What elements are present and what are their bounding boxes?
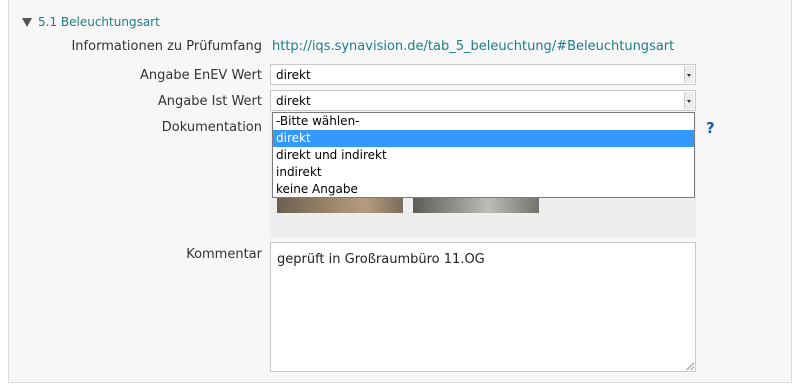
collapse-triangle-icon[interactable] [22, 17, 32, 27]
enev-select-value: direkt [276, 68, 311, 82]
section-title[interactable]: 5.1 Beleuchtungsart [38, 15, 160, 29]
dropdown-option[interactable]: direkt und indirekt [273, 147, 694, 164]
dropdown-option[interactable]: indirekt [273, 164, 694, 181]
ist-select-value: direkt [276, 94, 311, 108]
comment-textarea[interactable]: geprüft in Großraumbüro 11.OG [270, 242, 696, 372]
enev-select[interactable]: direkt [270, 64, 696, 85]
ist-select-dropdown-list[interactable]: -Bitte wählen- direkt direkt und indirek… [272, 112, 695, 198]
comment-label: Kommentar [186, 247, 262, 262]
dropdown-option[interactable]: keine Angabe [273, 181, 694, 198]
ist-label: Angabe Ist Wert [157, 94, 262, 109]
resize-grip-icon[interactable] [686, 362, 694, 370]
chevron-down-icon[interactable] [684, 92, 694, 109]
dropdown-option[interactable]: -Bitte wählen- [273, 113, 694, 130]
chevron-down-icon[interactable] [684, 66, 694, 83]
info-label: Informationen zu Prüfumfang [71, 39, 262, 54]
section-toggle[interactable]: 5.1 Beleuchtungsart [22, 14, 160, 30]
dropdown-option-selected[interactable]: direkt [273, 130, 694, 147]
help-icon[interactable]: ? [706, 119, 715, 137]
doc-label: Dokumentation [161, 120, 262, 135]
info-link[interactable]: http://iqs.synavision.de/tab_5_beleuchtu… [272, 39, 674, 54]
enev-label: Angabe EnEV Wert [140, 68, 262, 83]
comment-text: geprüft in Großraumbüro 11.OG [277, 252, 485, 267]
ist-select[interactable]: direkt [270, 90, 696, 111]
